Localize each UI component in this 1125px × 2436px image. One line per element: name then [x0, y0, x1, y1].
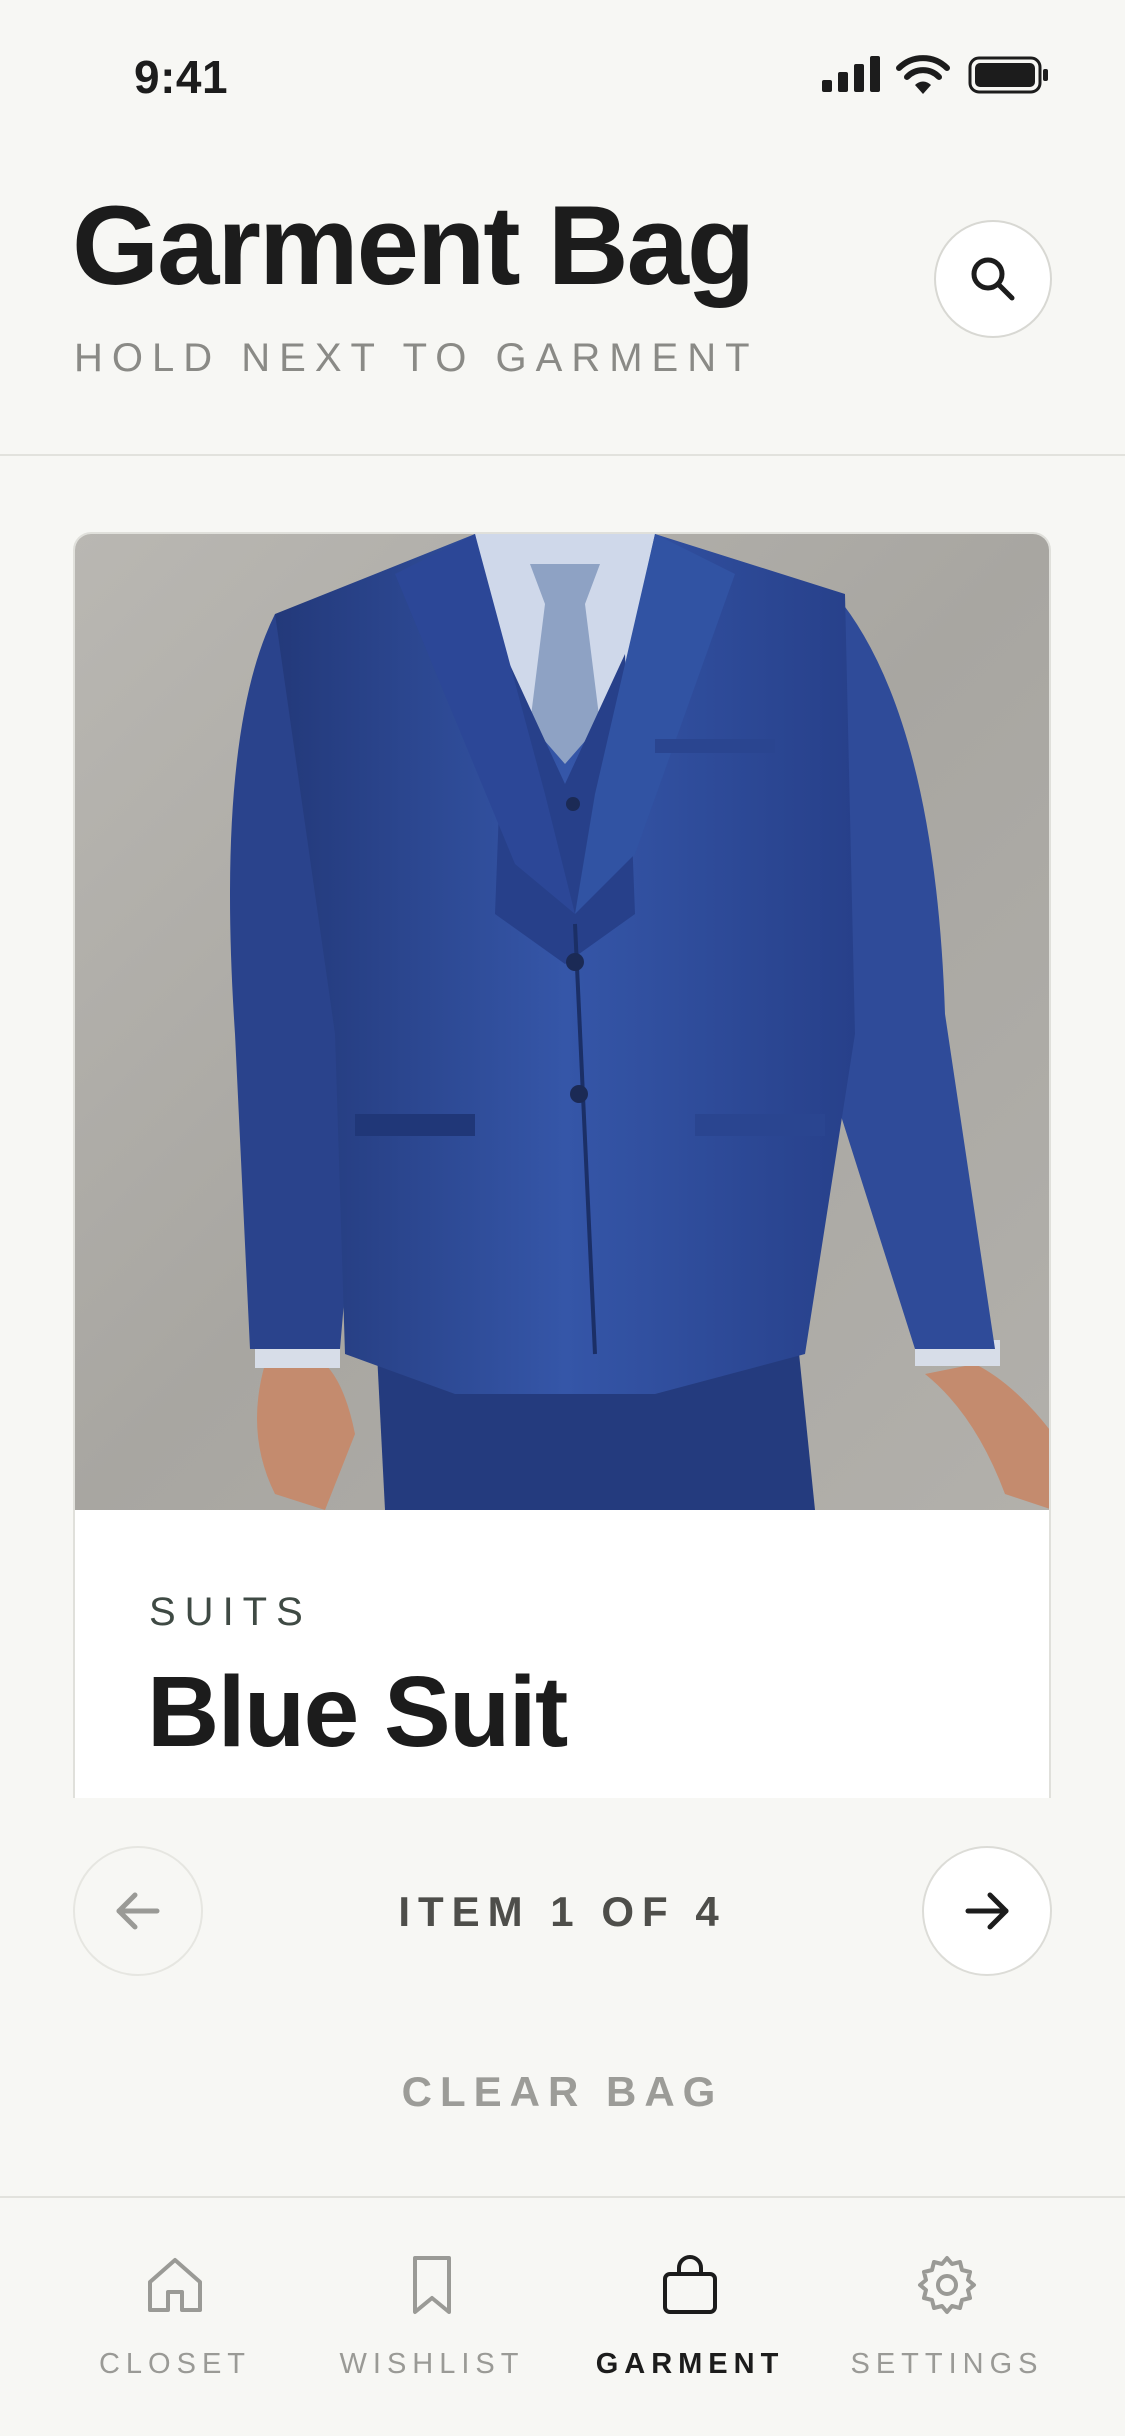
tab-closet[interactable]: CLOSET [55, 2252, 295, 2392]
tab-label: GARMENT [595, 2348, 785, 2380]
search-button[interactable] [934, 220, 1052, 338]
cellular-signal-icon [822, 56, 880, 92]
clear-bag-button[interactable]: CLEAR BAG [0, 2068, 1125, 2116]
page-header: Garment Bag HOLD NEXT TO GARMENT [0, 150, 1125, 456]
garment-card[interactable]: SUITS Blue Suit [73, 532, 1051, 1798]
card-details: SUITS Blue Suit [75, 1510, 1049, 1798]
page-subtitle: HOLD NEXT TO GARMENT [74, 336, 759, 380]
tab-settings[interactable]: SETTINGS [827, 2252, 1067, 2392]
battery-icon [968, 56, 1048, 94]
garment-category: SUITS [149, 1590, 312, 1634]
house-icon [148, 2258, 202, 2312]
search-icon [971, 257, 1015, 301]
tab-label: SETTINGS [850, 2348, 1044, 2380]
gear-icon [918, 2256, 976, 2314]
tab-garment[interactable]: GARMENT [570, 2252, 810, 2392]
bag-icon [663, 2255, 717, 2314]
status-time: 9:41 [134, 51, 229, 103]
tab-wishlist[interactable]: WISHLIST [312, 2252, 552, 2392]
status-bar: 9:41 [0, 0, 1125, 150]
next-item-button[interactable] [922, 1846, 1052, 1976]
arrow-right-icon [965, 1892, 1009, 1930]
tab-label: CLOSET [98, 2348, 252, 2380]
tab-bar: CLOSET WISHLIST GARMENT SETTINGS [0, 2196, 1125, 2436]
garment-title: Blue Suit [147, 1656, 568, 1768]
tab-label: WISHLIST [339, 2348, 525, 2380]
item-pager: ITEM 1 OF 4 [0, 1846, 1125, 1976]
page-title: Garment Bag [72, 183, 755, 308]
blue-suit-photo [75, 534, 1049, 1510]
wifi-icon [896, 55, 950, 94]
bookmark-icon [413, 2256, 451, 2314]
